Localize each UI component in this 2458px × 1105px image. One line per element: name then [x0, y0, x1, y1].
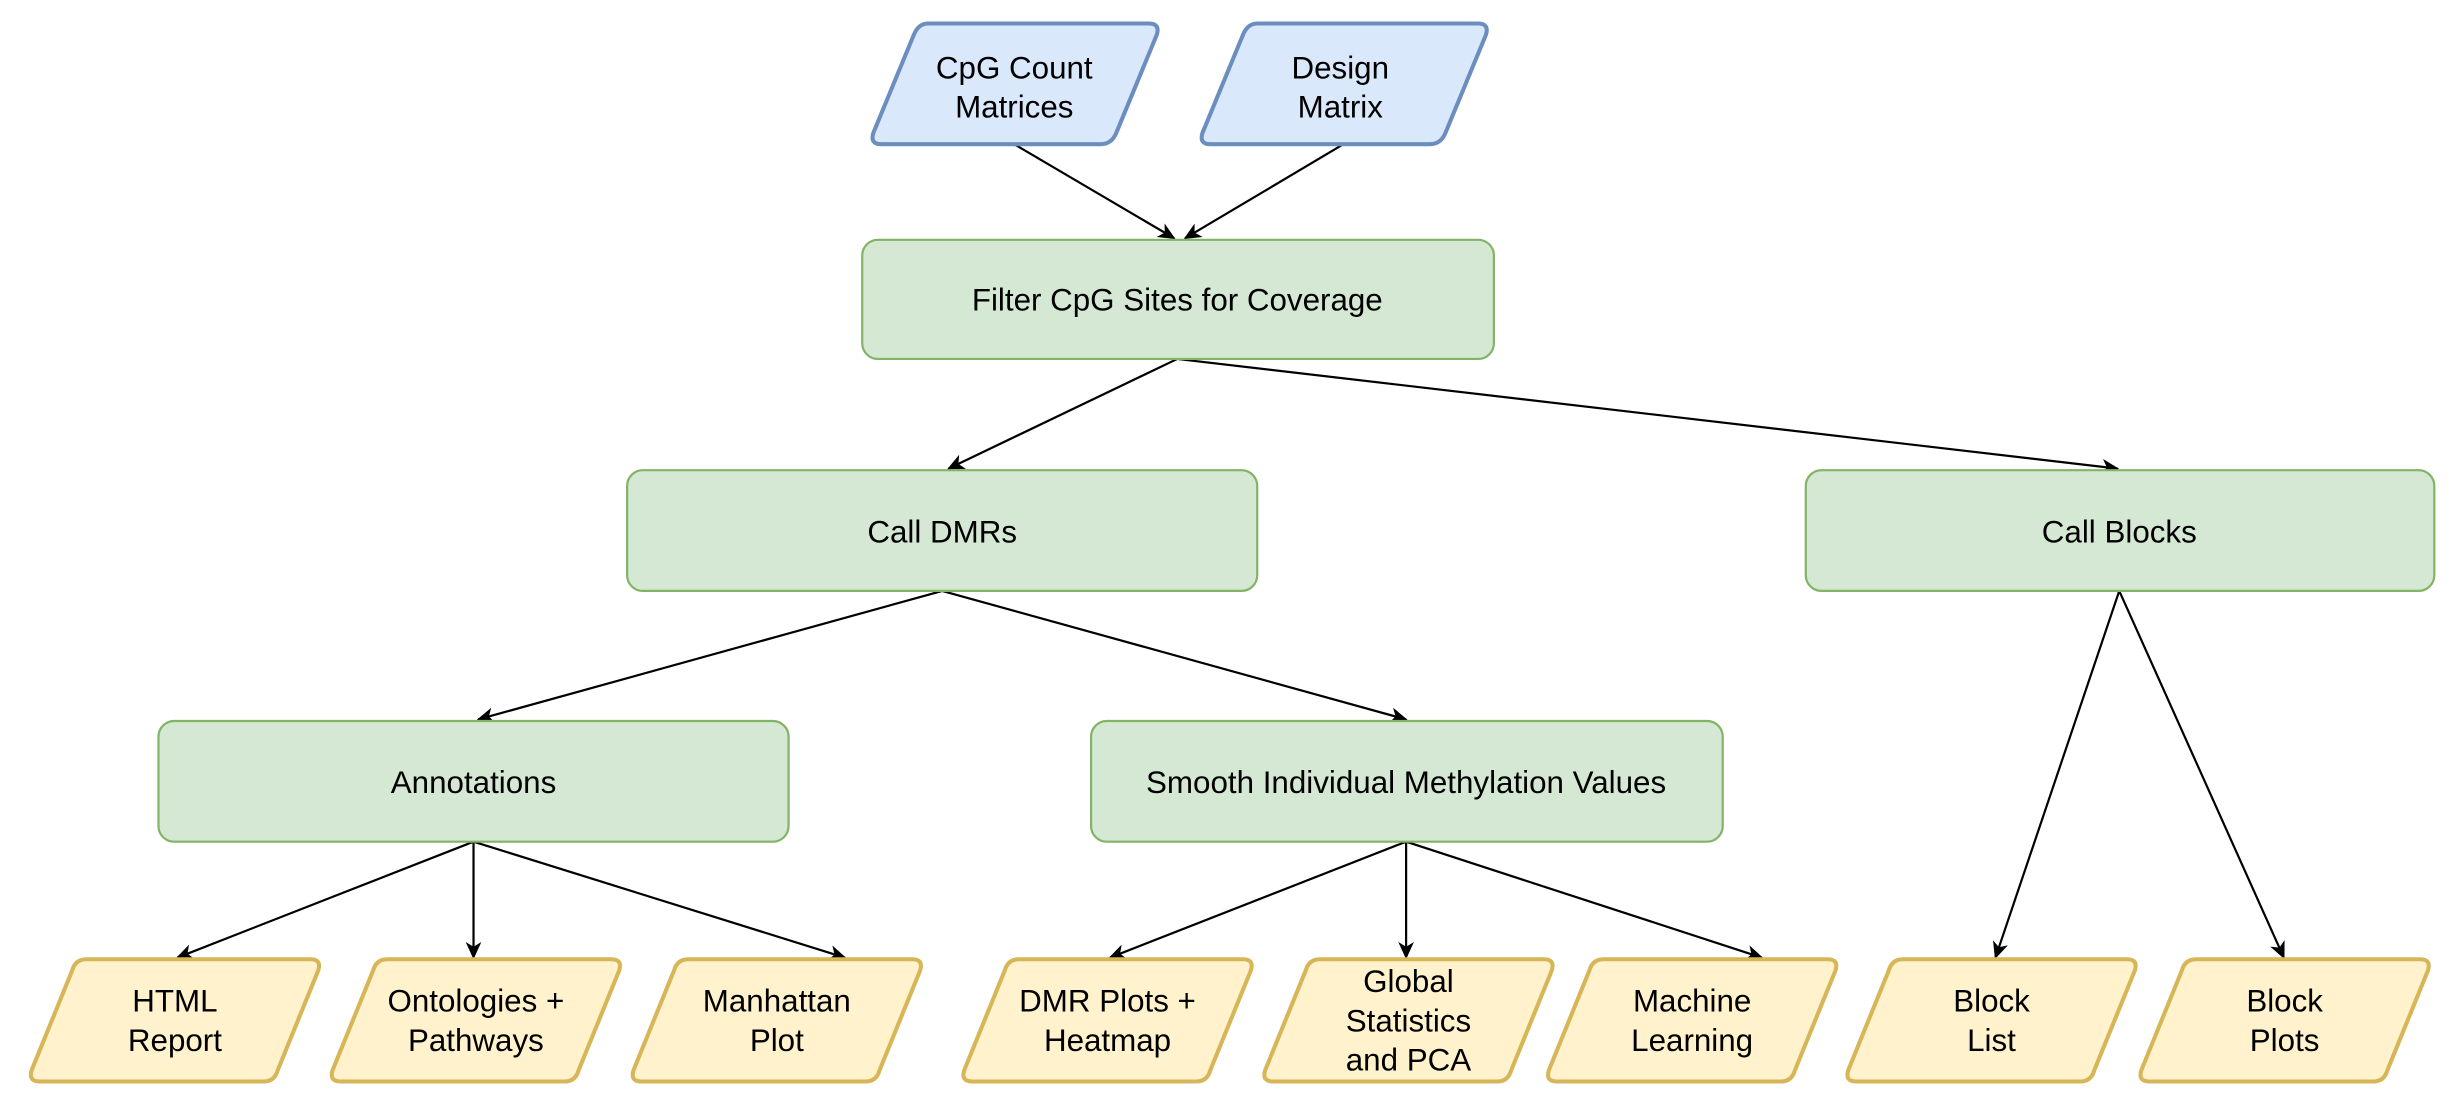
workflow-diagram: CpG Count Matrices Design Matrix Filter … [28, 21, 2436, 1084]
node-label: Report [128, 1023, 222, 1058]
node-label: Statistics [1346, 1003, 1471, 1038]
output-global-statistics-pca[interactable]: Global Statistics and PCA [1262, 957, 1555, 1084]
output-block-list[interactable]: Block List [1845, 957, 2138, 1084]
node-label: Filter CpG Sites for Coverage [972, 282, 1383, 317]
node-label: Plot [750, 1023, 804, 1058]
node-label: List [1967, 1023, 2016, 1058]
node-label: Matrix [1298, 90, 1384, 125]
node-label: HTML [132, 984, 217, 1019]
edge-blocks-to-plots [2118, 590, 2285, 960]
node-label: Matrices [955, 90, 1073, 125]
node-label: Ontologies + [387, 984, 564, 1019]
edge-design-to-filter [1183, 143, 1344, 240]
outputs: HTML Report Ontologies + Pathways Manhattan P… [28, 957, 2431, 1084]
node-label: Global [1363, 964, 1454, 999]
node-label: Pathways [408, 1023, 544, 1058]
node-label: Block [2246, 984, 2323, 1019]
node-label: and PCA [1346, 1043, 1471, 1078]
node-label: DMR Plots + [1019, 984, 1196, 1019]
edge-blocks-to-list [1993, 590, 2121, 960]
node-label: Heatmap [1044, 1023, 1171, 1058]
process-filter-cpg-sites[interactable]: Filter CpG Sites for Coverage [861, 238, 1495, 361]
edge-annotations-to-html [175, 840, 474, 960]
edge-cpg-to-filter [1013, 143, 1176, 240]
output-manhattan-plot[interactable]: Manhattan Plot [630, 957, 923, 1084]
process-smooth-methylation[interactable]: Smooth Individual Methylation Values [1089, 719, 1724, 843]
node-label: Block [1953, 984, 2030, 1019]
process-call-dmrs[interactable]: Call DMRs [626, 469, 1259, 592]
output-dmr-plots-heatmap[interactable]: DMR Plots + Heatmap [961, 957, 1254, 1084]
node-label: Smooth Individual Methylation Values [1146, 765, 1666, 800]
input-design-matrix[interactable]: Design Matrix [1199, 21, 1489, 147]
output-html-report[interactable]: HTML Report [28, 957, 322, 1084]
edge-annotations-to-manhattan [473, 840, 847, 961]
node-label: Plots [2250, 1023, 2320, 1058]
node-label: Call Blocks [2042, 514, 2197, 549]
edge-smooth-to-dmrplots [1108, 840, 1407, 960]
node-label: Learning [1631, 1023, 1753, 1058]
output-ontologies-pathways[interactable]: Ontologies + Pathways [329, 957, 623, 1084]
node-label: Design [1292, 50, 1390, 85]
edge-filter-to-blocks [1177, 357, 2120, 475]
node-label: Machine [1633, 984, 1751, 1019]
edge-dmrs-to-annotations [476, 589, 943, 723]
edge-dmrs-to-smooth [941, 589, 1408, 723]
node-label: Manhattan [703, 984, 851, 1019]
node-label: Call DMRs [867, 514, 1017, 549]
output-block-plots[interactable]: Block Plots [2138, 957, 2431, 1084]
input-cpg-count-matrices[interactable]: CpG Count Matrices [870, 21, 1160, 147]
process-call-blocks[interactable]: Call Blocks [1804, 469, 2436, 592]
edge-filter-to-dmrs [947, 357, 1178, 470]
output-machine-learning[interactable]: Machine Learning [1546, 957, 1839, 1084]
node-label: CpG Count [936, 50, 1093, 85]
process-annotations[interactable]: Annotations [157, 719, 790, 843]
edge-smooth-to-ml [1405, 840, 1764, 961]
node-label: Annotations [391, 765, 556, 800]
